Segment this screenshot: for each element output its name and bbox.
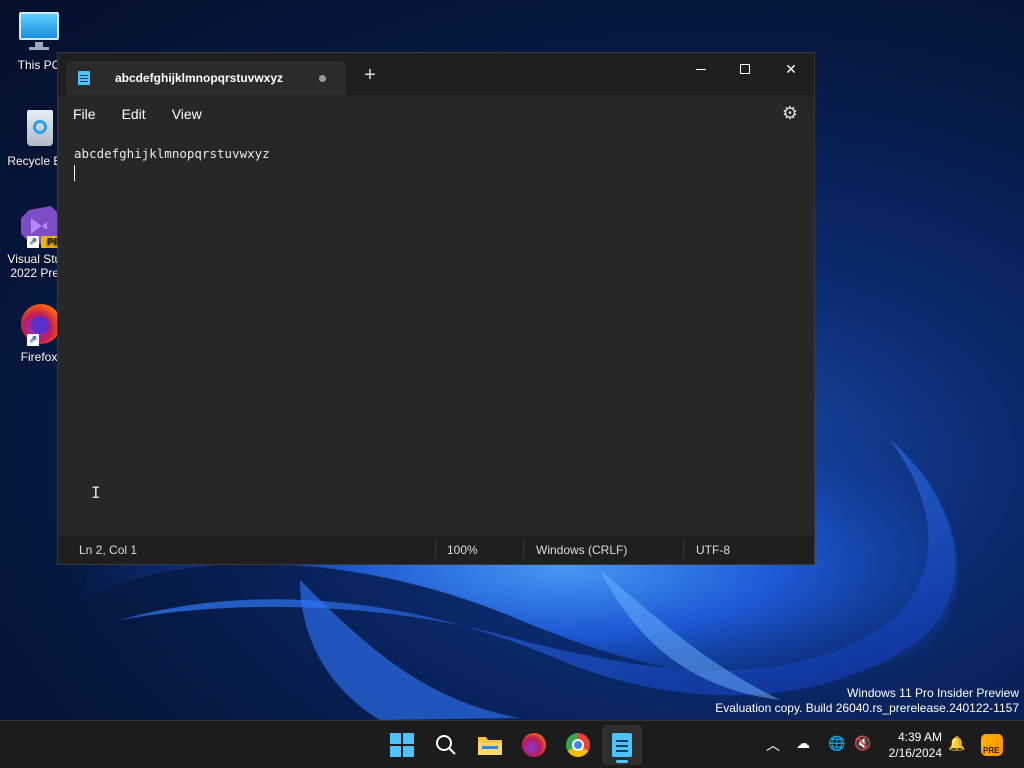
tab-title: abcdefghijklmnopqrstuvwxyz [115, 71, 284, 85]
recycle-bin-icon [17, 106, 61, 150]
shortcut-arrow-icon: ↗ [27, 236, 39, 248]
watermark-line-2: Evaluation copy. Build 26040.rs_prerelea… [715, 701, 1019, 715]
evaluation-watermark: Windows 11 Pro Insider Preview Evaluatio… [715, 686, 1019, 716]
notifications-button[interactable]: 🔔 [948, 735, 965, 752]
system-clock[interactable]: 4:39 AM 2/16/2024 [889, 729, 942, 761]
firefox-icon [522, 733, 546, 757]
clock-time: 4:39 AM [897, 730, 942, 744]
menu-bar: File Edit View ⚙ [58, 95, 814, 133]
editor-line-1: abcdefghijklmnopqrstuvwxyz [74, 146, 270, 161]
copilot-button[interactable]: PRE [976, 725, 1008, 765]
new-tab-button[interactable]: + [358, 64, 382, 88]
monitor-icon [17, 10, 61, 54]
status-position: Ln 2, Col 1 [79, 543, 138, 557]
search-button[interactable] [426, 725, 466, 765]
chevron-up-icon: ︿ [766, 737, 780, 753]
minimize-button[interactable] [678, 53, 724, 85]
network-button[interactable]: 🌐 [828, 735, 845, 752]
status-encoding[interactable]: UTF-8 [696, 543, 730, 557]
ibeam-cursor-icon: I [91, 483, 101, 502]
status-divider [683, 540, 684, 558]
onedrive-status-button[interactable]: ☁ [796, 735, 810, 752]
chrome-icon [566, 733, 590, 757]
show-hidden-icons-button[interactable]: ︿ [766, 735, 780, 755]
maximize-icon [740, 64, 750, 74]
status-divider [435, 540, 436, 558]
active-app-indicator [616, 760, 628, 763]
status-zoom[interactable]: 100% [447, 543, 478, 557]
text-caret [74, 165, 75, 181]
shortcut-arrow-icon: ↗ [27, 334, 39, 346]
tab-document[interactable]: abcdefghijklmnopqrstuvwxyz [66, 61, 346, 95]
clock-date: 2/16/2024 [888, 746, 942, 760]
firefox-taskbar-button[interactable] [514, 725, 554, 765]
speaker-muted-icon: 🔇 [854, 735, 872, 751]
file-explorer-icon [478, 737, 502, 755]
firefox-icon: ↗ [17, 302, 61, 346]
status-line-ending[interactable]: Windows (CRLF) [536, 543, 627, 557]
minimize-icon [696, 68, 706, 70]
preview-badge: PRE [983, 746, 1000, 755]
status-bar: Ln 2, Col 1 100% Windows (CRLF) UTF-8 [58, 536, 814, 564]
menu-file[interactable]: File [64, 100, 105, 128]
gear-icon: ⚙ [781, 103, 799, 123]
visual-studio-icon: PRE ↗ [17, 204, 68, 248]
cloud-offline-icon: ☁ [796, 735, 810, 751]
bell-icon: 🔔 [948, 735, 966, 751]
start-icon [390, 733, 414, 757]
close-button[interactable]: ✕ [768, 53, 814, 85]
file-explorer-button[interactable] [470, 725, 510, 765]
status-divider [523, 540, 524, 558]
title-bar[interactable]: abcdefghijklmnopqrstuvwxyz + ✕ [58, 53, 814, 95]
menu-edit[interactable]: Edit [113, 100, 155, 128]
maximize-button[interactable] [722, 53, 768, 85]
chrome-taskbar-button[interactable] [558, 725, 598, 765]
notepad-icon [612, 733, 632, 757]
search-icon [436, 735, 456, 755]
menu-view[interactable]: View [163, 100, 211, 128]
notepad-taskbar-button[interactable] [602, 725, 642, 765]
unsaved-indicator-icon[interactable] [319, 75, 326, 82]
text-editor[interactable]: abcdefghijklmnopqrstuvwxyz [58, 133, 814, 537]
notepad-icon [76, 70, 92, 86]
settings-button[interactable]: ⚙ [780, 103, 800, 123]
close-icon: ✕ [785, 60, 797, 77]
volume-button[interactable]: 🔇 [854, 735, 871, 752]
taskbar: ︿ ☁ 🌐 🔇 4:39 AM 2/16/2024 🔔 PRE [0, 720, 1024, 768]
globe-icon: 🌐 [828, 735, 846, 751]
start-button[interactable] [382, 725, 422, 765]
copilot-preview-icon: PRE [981, 734, 1003, 756]
notepad-window[interactable]: abcdefghijklmnopqrstuvwxyz + ✕ File Edit… [57, 52, 815, 565]
watermark-line-1: Windows 11 Pro Insider Preview [847, 686, 1019, 700]
